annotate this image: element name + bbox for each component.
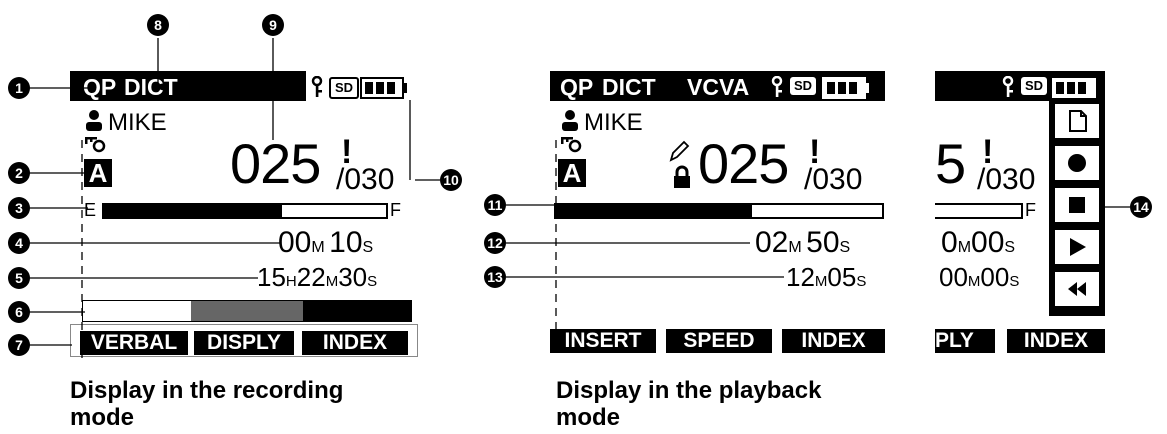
callout-line-14 — [1105, 206, 1130, 208]
callout-14: 14 — [1130, 196, 1152, 218]
